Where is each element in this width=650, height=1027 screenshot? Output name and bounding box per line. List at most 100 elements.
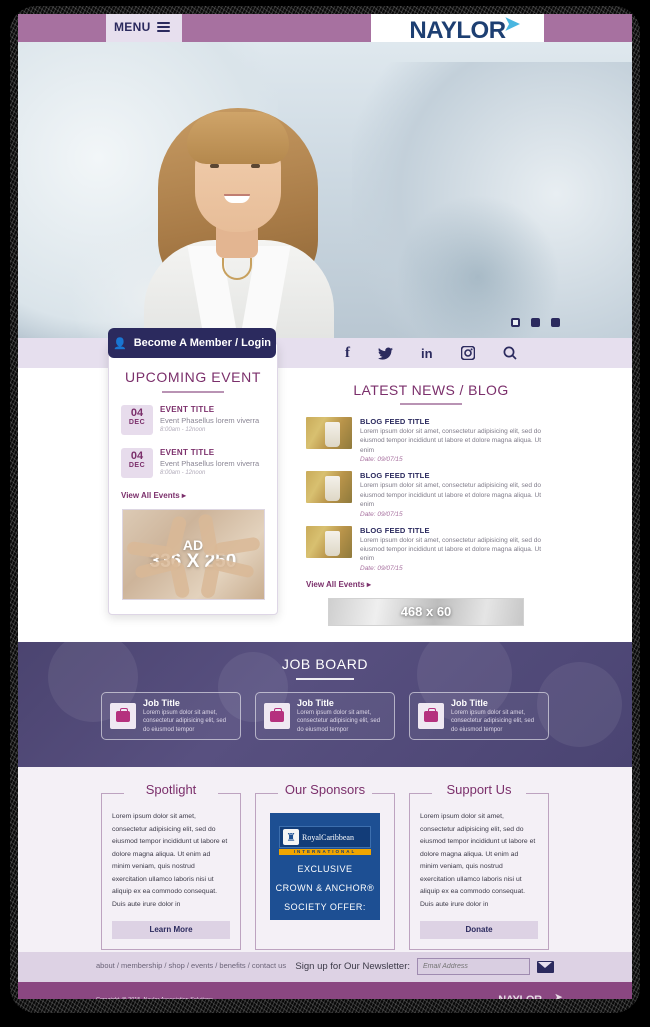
hero-carousel[interactable] (18, 42, 632, 338)
spotlight-heading: Spotlight (145, 782, 197, 797)
logo-wordmark: NAYLOR ➤ (409, 15, 520, 44)
title-divider (400, 403, 462, 405)
newsletter-signup: Sign up for Our Newsletter: (295, 958, 554, 975)
sponsors-panel: Our Sponsors ♜ RoyalCaribbean INTERNATIO… (255, 782, 395, 950)
menu-label: MENU (114, 20, 151, 34)
event-month: DEC (128, 462, 146, 469)
newsletter-input-wrap[interactable] (417, 958, 530, 975)
carousel-dots[interactable] (511, 318, 560, 327)
view-all-events-link[interactable]: View All Events ▸ (121, 491, 265, 500)
job-board-section: JOB BOARD Job Title Lorem ipsum dolor si… (18, 642, 632, 767)
event-time: 8:00am - 12noon (160, 470, 206, 476)
footer-logo-text: NAYLOR (498, 994, 542, 999)
sponsor-brand: RoyalCaribbean (302, 832, 354, 842)
ad-image (123, 510, 264, 599)
carousel-dot-3[interactable] (551, 318, 560, 327)
footer-top: about / membership / shop / events / ben… (18, 952, 632, 982)
blog-excerpt: Lorem ipsum dolor sit amet, consectetur … (360, 428, 542, 454)
hamburger-icon (156, 20, 170, 34)
become-member-login-button[interactable]: 👤 Become A Member / Login (108, 328, 276, 358)
ad-336x250[interactable]: AD 336 X 250 (121, 509, 265, 600)
menu-button[interactable]: MENU (106, 14, 182, 42)
job-title: Job Title (451, 697, 488, 708)
blog-feed-item[interactable]: BLOG FEED TITLE Lorem ipsum dolor sit am… (306, 417, 556, 463)
sponsor-line-3: SOCIETY OFFER: (284, 902, 366, 912)
blog-feed-item[interactable]: BLOG FEED TITLE Lorem ipsum dolor sit am… (306, 525, 556, 572)
facebook-icon[interactable]: f (345, 345, 350, 362)
member-button-label: Become A Member / Login (133, 337, 272, 349)
blog-date: Date: 09/07/15 (360, 510, 403, 518)
sponsor-ad[interactable]: ♜ RoyalCaribbean INTERNATIONAL EXCLUSIVE… (270, 813, 380, 920)
blog-thumbnail (306, 525, 352, 558)
blog-feed-item[interactable]: BLOG FEED TITLE Lorem ipsum dolor sit am… (306, 471, 556, 518)
footer-links[interactable]: about / membership / shop / events / ben… (96, 961, 286, 970)
blog-excerpt: Lorem ipsum dolor sit amet, consectetur … (360, 536, 542, 563)
top-bar: MENU NAYLOR ➤ ASSOCIATION SOLUTIONS (18, 14, 632, 64)
twitter-icon[interactable] (378, 347, 393, 360)
logo-chevron-icon: ➤ (504, 14, 520, 35)
upcoming-event-title: UPCOMING EVENT (125, 369, 261, 385)
learn-more-button[interactable]: Learn More (112, 920, 230, 939)
blog-date: Date: 09/07/15 (360, 456, 403, 464)
carousel-dot-2[interactable] (531, 318, 540, 327)
event-date-badge: 04 DEC (121, 405, 153, 435)
logo-text: NAYLOR (409, 17, 506, 44)
event-item[interactable]: 04 DEC EVENT TITLE Event Phasellus lorem… (121, 448, 265, 478)
hero-photo-person (138, 90, 338, 338)
upcoming-events-card: 👤 Become A Member / Login UPCOMING EVENT… (108, 328, 278, 615)
view-all-news-link[interactable]: View All Events ▸ (306, 580, 556, 589)
job-description: Lorem ipsum dolor sit amet, consectetur … (143, 709, 227, 733)
event-time: 8:00am - 12noon (160, 427, 206, 433)
footer-logo[interactable]: NAYLOR ➤ ASSOCIATION SOLUTIONS (486, 992, 562, 999)
spotlight-body: Lorem ipsum dolor sit amet, consectetur … (112, 813, 228, 908)
briefcase-icon (418, 703, 444, 729)
job-card[interactable]: Job Title Lorem ipsum dolor sit amet, co… (409, 692, 549, 740)
support-heading: Support Us (446, 782, 512, 797)
footer-logo-wordmark: NAYLOR ➤ (486, 992, 562, 999)
title-divider (296, 678, 354, 680)
newsletter-email-input[interactable] (423, 963, 509, 970)
footer-logo-chevron-icon: ➤ (554, 992, 563, 999)
event-day: 04 (130, 450, 144, 462)
donate-button[interactable]: Donate (420, 920, 538, 939)
briefcase-icon (264, 703, 290, 729)
event-subtitle: Event Phasellus lorem viverra (160, 416, 260, 425)
search-icon[interactable] (503, 346, 517, 360)
device-bezel: MENU NAYLOR ➤ ASSOCIATION SOLUTIONS (0, 0, 650, 1027)
support-body: Lorem ipsum dolor sit amet, consectetur … (420, 813, 536, 908)
instagram-icon[interactable] (460, 346, 475, 360)
blog-title: BLOG FEED TITLE (360, 525, 430, 535)
copyright-text: Copyright @ 2015, Naylor Association Sol… (96, 997, 213, 999)
blog-excerpt: Lorem ipsum dolor sit amet, consectetur … (360, 482, 542, 509)
job-board-title: JOB BOARD (281, 656, 369, 672)
job-description: Lorem ipsum dolor sit amet, consectetur … (297, 709, 381, 733)
news-section-title: LATEST NEWS / BLOG (353, 382, 509, 398)
job-card[interactable]: Job Title Lorem ipsum dolor sit amet, co… (101, 692, 241, 740)
sponsors-heading: Our Sponsors (284, 782, 366, 797)
event-month: DEC (128, 419, 146, 426)
event-date-badge: 04 DEC (121, 448, 153, 478)
bottom-columns: Spotlight Lorem ipsum dolor sit amet, co… (18, 767, 632, 952)
blog-title: BLOG FEED TITLE (360, 417, 430, 426)
sponsor-line-2: CROWN & ANCHOR® (275, 883, 375, 893)
event-title: EVENT TITLE (160, 448, 215, 457)
linkedin-icon[interactable]: in (421, 346, 433, 361)
blog-date: Date: 09/07/15 (360, 564, 403, 572)
sponsor-logo: ♜ RoyalCaribbean (279, 826, 371, 848)
event-item[interactable]: 04 DEC EVENT TITLE Event Phasellus lorem… (121, 405, 265, 435)
job-title: Job Title (143, 697, 180, 708)
sponsor-line-1: EXCLUSIVE (297, 864, 353, 874)
main-content: 👤 Become A Member / Login UPCOMING EVENT… (18, 328, 632, 642)
latest-news-section: LATEST NEWS / BLOG BLOG FEED TITLE Lorem… (306, 382, 556, 626)
sponsor-brand-sub: INTERNATIONAL (279, 849, 371, 855)
briefcase-icon (110, 703, 136, 729)
newsletter-label: Sign up for Our Newsletter: (295, 961, 410, 972)
blog-title: BLOG FEED TITLE (360, 471, 430, 481)
blog-thumbnail (306, 417, 352, 449)
carousel-dot-1[interactable] (511, 318, 520, 327)
envelope-icon[interactable] (537, 960, 554, 973)
crown-crest-icon: ♜ (283, 829, 299, 845)
ad-468x60[interactable]: 468 x 60 (328, 597, 524, 626)
job-card[interactable]: Job Title Lorem ipsum dolor sit amet, co… (255, 692, 395, 740)
event-subtitle: Event Phasellus lorem viverra (160, 459, 260, 468)
